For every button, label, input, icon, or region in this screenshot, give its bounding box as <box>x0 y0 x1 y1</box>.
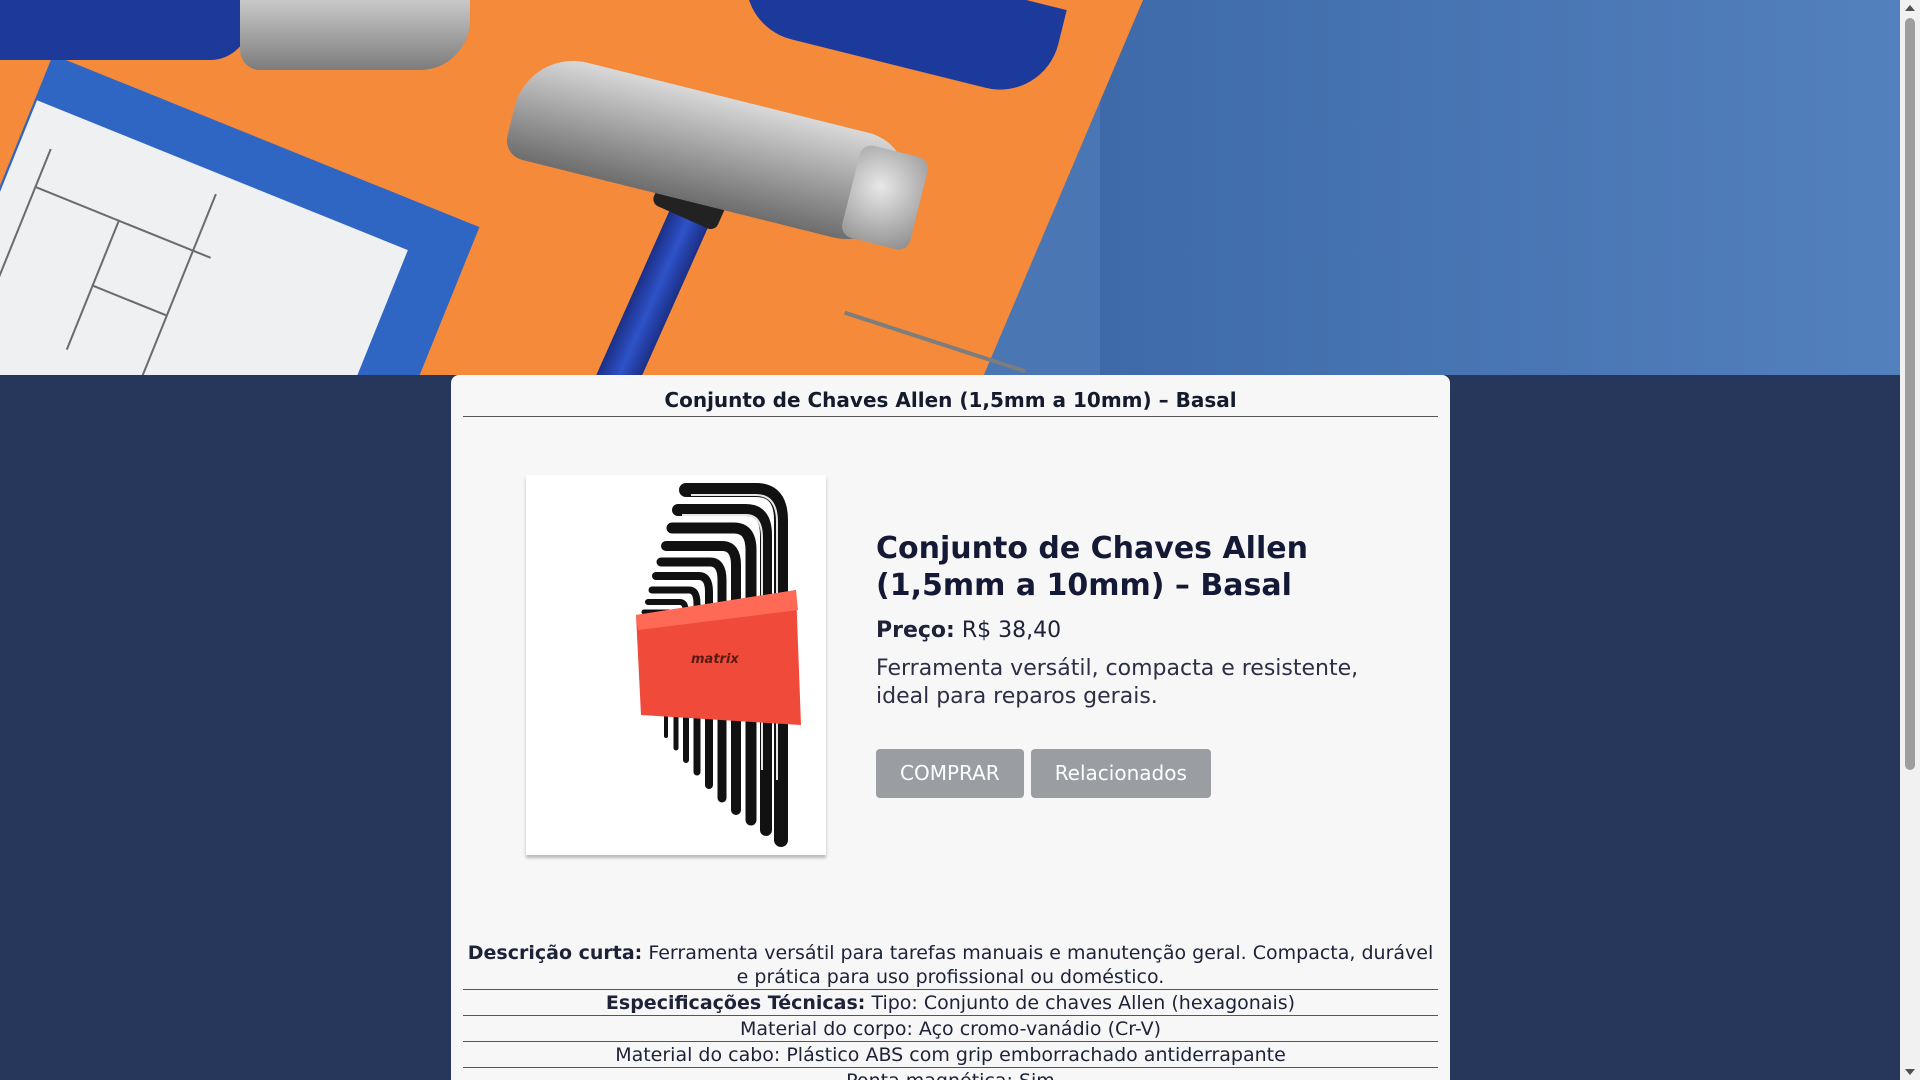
scroll-up-arrow-icon[interactable] <box>1905 5 1915 11</box>
related-button[interactable]: Relacionados <box>1030 749 1211 798</box>
product-details: Descrição curta: Ferramenta versátil par… <box>463 941 1438 1080</box>
spec-row: Material do corpo: Aço cromo-vanádio (Cr… <box>463 1015 1438 1041</box>
spec-row: Especificações Técnicas: Tipo: Conjunto … <box>463 989 1438 1015</box>
price-value: R$ 38,40 <box>961 618 1062 643</box>
spec-item-magnetic-tip: Ponta magnética: Sim <box>846 1070 1055 1080</box>
spec-row: Material do cabo: Plástico ABS com grip … <box>463 1041 1438 1067</box>
spec-item-type: Tipo: Conjunto de chaves Allen (hexagona… <box>871 992 1296 1014</box>
banner-pliers-head <box>240 0 470 70</box>
spec-item-handle-material: Material do cabo: Plástico ABS com grip … <box>615 1044 1286 1066</box>
card-title: Conjunto de Chaves Allen (1,5mm a 10mm) … <box>463 388 1438 417</box>
scrollbar-thumb[interactable] <box>1905 18 1915 770</box>
banner-blue-surface <box>1100 0 1900 375</box>
hero-banner-image <box>0 0 1900 375</box>
product-name: Conjunto de Chaves Allen (1,5mm a 10mm) … <box>876 531 1308 603</box>
spec-item-body-material: Material do corpo: Aço cromo-vanádio (Cr… <box>739 1018 1162 1040</box>
product-image: matrix <box>526 475 826 855</box>
action-buttons: COMPRAR Relacionados <box>876 749 1396 798</box>
short-description-label: Descrição curta: <box>467 942 643 964</box>
product-card: Conjunto de Chaves Allen (1,5mm a 10mm) … <box>451 375 1450 1080</box>
product-price: Preço: R$ 38,40 <box>876 618 1396 643</box>
allen-keys-illustration: matrix <box>636 483 801 847</box>
product-short-text: Ferramenta versátil, compacta e resisten… <box>876 656 1359 709</box>
specs-label: Especificações Técnicas: <box>605 992 866 1014</box>
spec-row: Ponta magnética: Sim <box>463 1067 1438 1080</box>
product-info: Conjunto de Chaves Allen (1,5mm a 10mm) … <box>876 530 1396 798</box>
scroll-down-arrow-icon[interactable] <box>1905 1069 1915 1075</box>
page-scrollbar[interactable] <box>1900 0 1920 1080</box>
short-description-text: Ferramenta versátil para tarefas manuais… <box>648 942 1434 988</box>
price-label: Preço: <box>876 618 955 643</box>
banner-pliers-handle <box>0 0 250 60</box>
buy-button[interactable]: COMPRAR <box>876 749 1024 798</box>
short-description: Descrição curta: Ferramenta versátil par… <box>463 941 1438 989</box>
matrix-brand-logo: matrix <box>691 652 739 667</box>
